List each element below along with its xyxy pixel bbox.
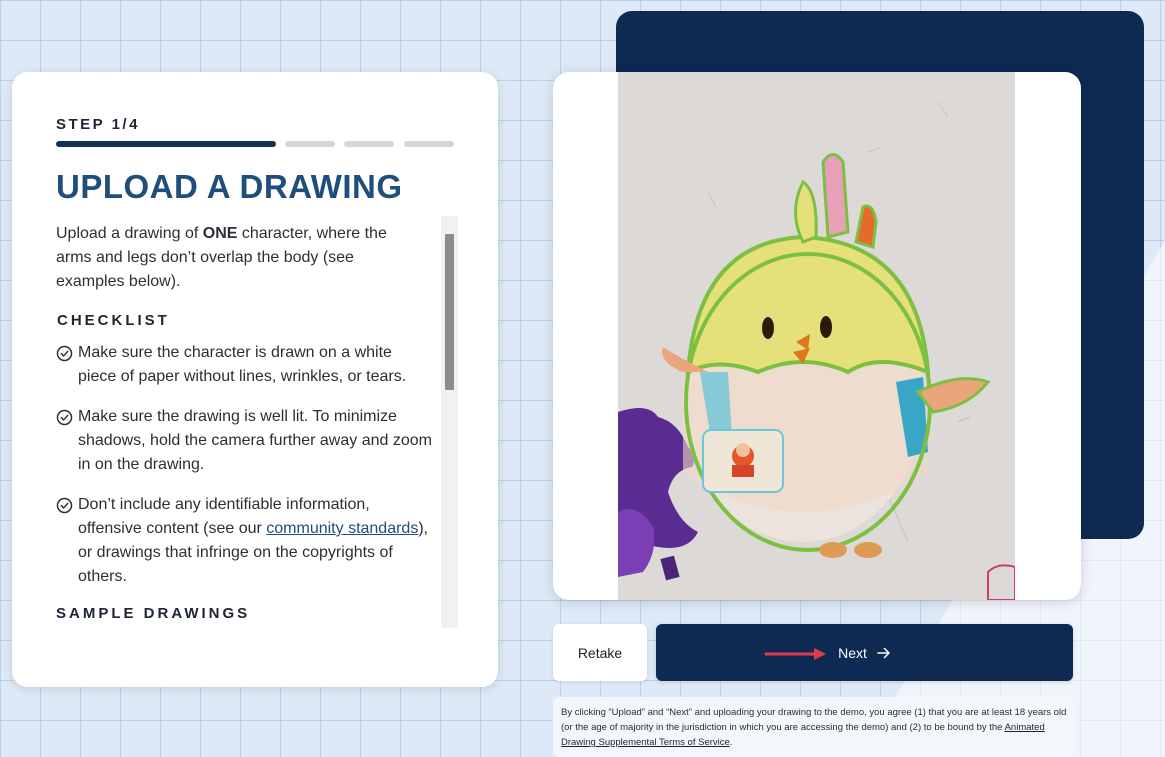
step-indicator: STEP 1/4 [56,116,140,133]
instructions-scroll-area[interactable]: Upload a drawing of ONE character, where… [56,216,458,628]
terms-disclaimer: By clicking “Upload” and “Next” and uplo… [553,697,1077,757]
checklist-item: Make sure the character is drawn on a wh… [56,341,458,389]
checklist-item-text: Don’t include any identifiable informati… [78,496,429,585]
scrollbar[interactable] [441,216,458,628]
progress-bar [56,141,454,147]
page-title: UPLOAD A DRAWING [56,168,403,205]
check-circle-icon [56,497,73,514]
arrow-right-icon [877,647,891,659]
checklist-item-text: Make sure the character is drawn on a wh… [78,344,407,385]
uploaded-drawing-photo [618,72,1015,600]
progress-segment-2 [285,141,335,147]
progress-segment-4 [404,141,454,147]
scrollbar-thumb[interactable] [445,234,454,390]
progress-segment-1 [56,141,276,147]
next-button-label: Next [838,644,867,661]
retake-button[interactable]: Retake [553,624,647,681]
drawing-preview-card [553,72,1081,600]
checklist-heading: CHECKLIST [57,312,170,329]
check-circle-icon [56,409,73,426]
checklist-item-text: Make sure the drawing is well lit. To mi… [78,408,432,473]
next-button[interactable]: Next [656,624,1073,681]
progress-segment-3 [344,141,394,147]
sample-drawings-heading: SAMPLE DRAWINGS [56,605,251,622]
check-circle-icon [56,345,73,362]
instructions-card: STEP 1/4 UPLOAD A DRAWING Upload a drawi… [12,72,498,687]
intro-text: Upload a drawing of ONE character, where… [56,225,387,290]
community-standards-link[interactable]: community standards [266,520,418,537]
checklist-item: Make sure the drawing is well lit. To mi… [56,405,458,477]
annotation-arrow-icon [764,648,826,660]
checklist-item: Don’t include any identifiable informati… [56,493,458,589]
